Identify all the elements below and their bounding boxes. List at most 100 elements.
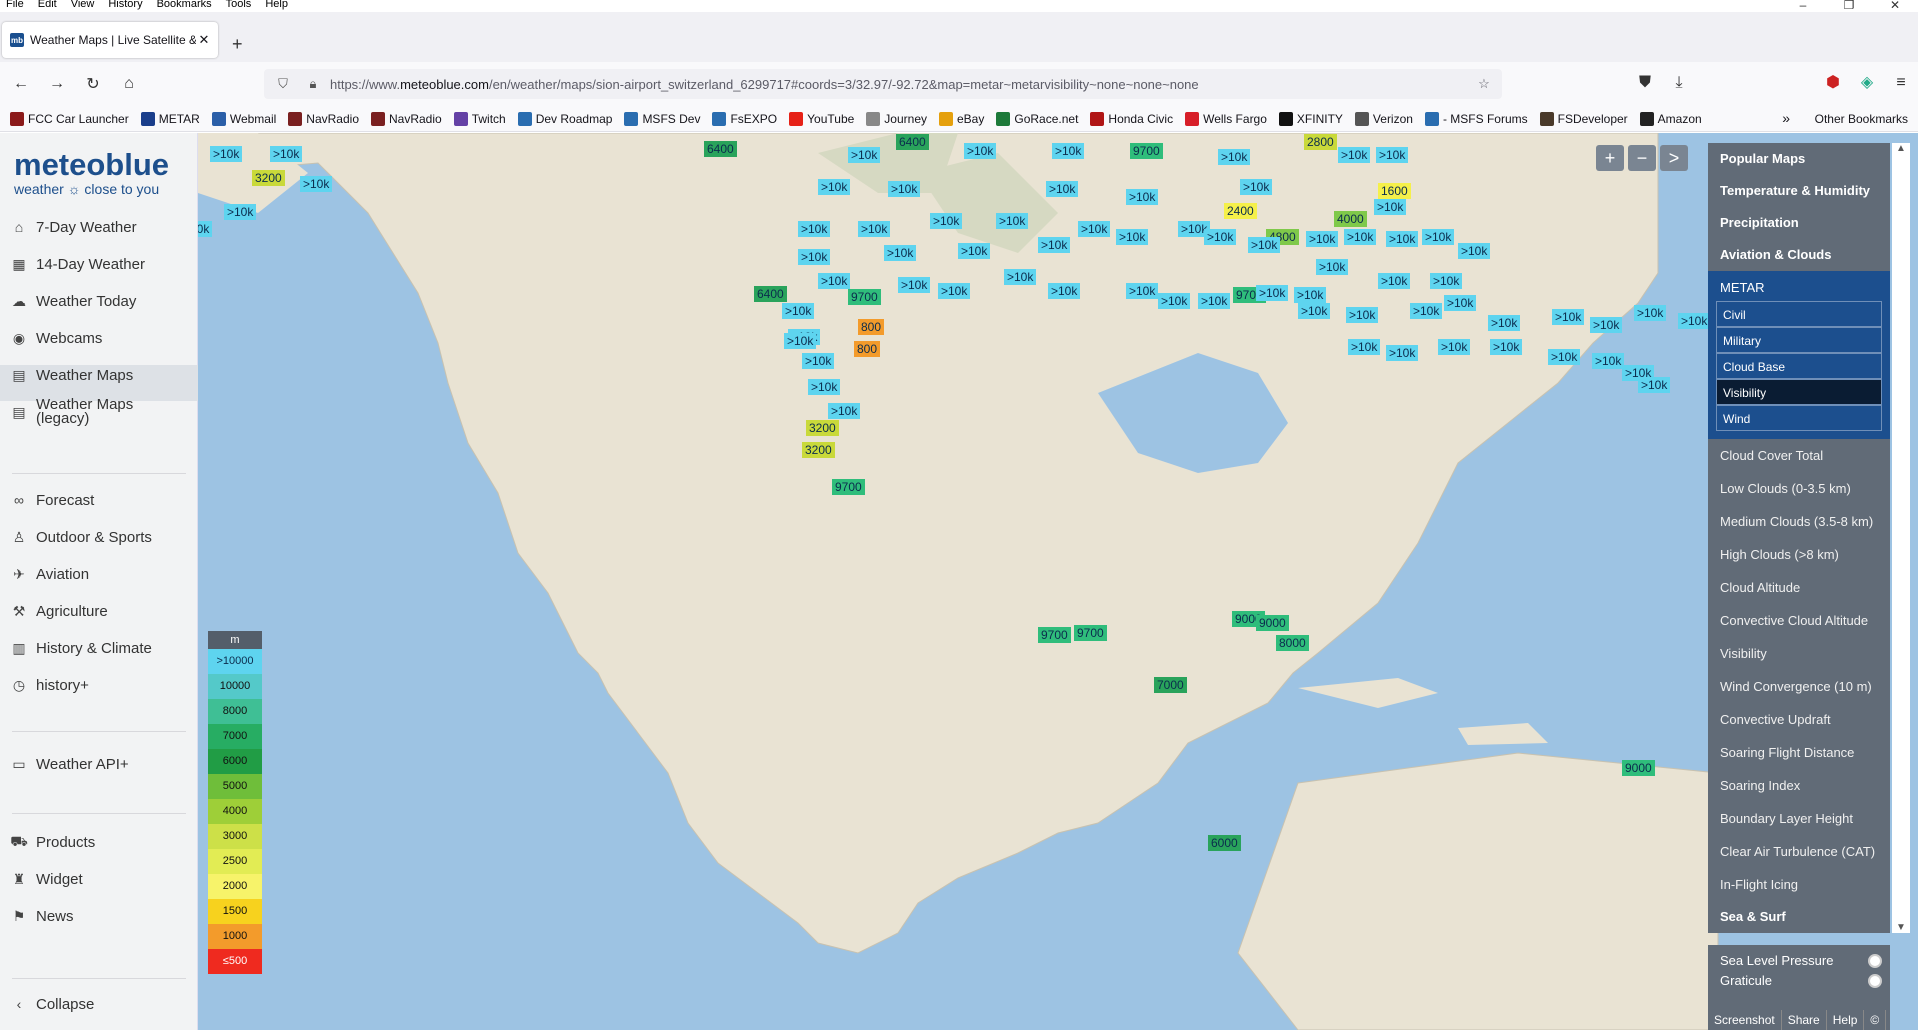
bookmark-item[interactable]: Wells Fargo <box>1185 111 1267 126</box>
sidebar-item-products[interactable]: ⛟ Products <box>10 829 95 855</box>
section-popular-maps[interactable]: Popular Maps <box>1708 143 1890 175</box>
metar-visibility-label[interactable]: >10k <box>1338 147 1371 163</box>
metar-visibility-label[interactable]: 2800 <box>1304 134 1337 150</box>
metar-visibility-label[interactable]: 2400 <box>1224 203 1257 219</box>
lock-icon[interactable]: 🔒︎ <box>302 76 324 92</box>
metar-visibility-label[interactable]: >10k <box>798 249 831 265</box>
menu-view[interactable]: View <box>71 0 95 10</box>
sidebar-item-aviation[interactable]: ✈ Aviation <box>10 561 89 587</box>
back-icon[interactable]: ← <box>6 75 36 93</box>
sidebar-item-14-day-weather[interactable]: ▦ 14-Day Weather <box>10 251 145 277</box>
bookmark-item[interactable]: Twitch <box>453 111 506 126</box>
metar-visibility-label[interactable]: 3200 <box>252 170 285 186</box>
menu-file[interactable]: File <box>6 0 24 10</box>
metar-visibility-label[interactable]: >10k <box>858 221 891 237</box>
metar-visibility-label[interactable]: >10k <box>1592 353 1625 369</box>
layer-item-clear-air-turbulence-cat[interactable]: Clear Air Turbulence (CAT) <box>1708 835 1890 868</box>
bookmark-item[interactable]: MSFS Dev <box>624 111 700 126</box>
metar-visibility-label[interactable]: >10k <box>1410 303 1443 319</box>
metar-visibility-label[interactable]: 9700 <box>1130 143 1163 159</box>
metar-visibility-label[interactable]: >10k <box>1078 221 1111 237</box>
metar-visibility-label[interactable]: 6000 <box>1208 835 1241 851</box>
metar-visibility-label[interactable]: >10k <box>1158 293 1191 309</box>
bookmark-item[interactable]: Webmail <box>211 111 276 126</box>
url-bar[interactable]: ⛉ 🔒︎ https://www.meteoblue.com/en/weathe… <box>264 69 1502 99</box>
metar-visibility-label[interactable]: >10k <box>198 221 213 237</box>
metar-visibility-label[interactable]: >10k <box>1548 349 1581 365</box>
layer-menu-scrollbar[interactable]: ▲ ▼ <box>1892 143 1910 933</box>
bookmark-item[interactable]: XFINITY <box>1278 111 1343 126</box>
bookmark-item[interactable]: - MSFS Forums <box>1424 111 1528 126</box>
layer-item-medium-clouds-3-5-8-km[interactable]: Medium Clouds (3.5-8 km) <box>1708 505 1890 538</box>
zoom-in-button[interactable]: + <box>1596 145 1624 171</box>
metar-visibility-label[interactable]: >10k <box>1590 317 1623 333</box>
metar-visibility-label[interactable]: >10k <box>1552 309 1585 325</box>
bookmark-item[interactable]: NavRadio <box>371 111 442 126</box>
metar-visibility-label[interactable]: >10k <box>828 403 861 419</box>
metar-visibility-label[interactable]: >10k <box>1116 229 1149 245</box>
toggle-switch-icon[interactable] <box>1868 954 1882 968</box>
close-tab-icon[interactable]: ✕ <box>196 32 212 48</box>
metar-visibility-label[interactable]: >10k <box>1488 315 1521 331</box>
other-bookmarks[interactable]: Other Bookmarks <box>1815 112 1908 126</box>
download-icon[interactable]: ⤓ <box>1662 68 1696 98</box>
new-tab-icon[interactable]: + <box>232 34 243 55</box>
extension2-icon[interactable]: ◈ <box>1850 68 1884 98</box>
metar-visibility-label[interactable]: 9700 <box>1038 627 1071 643</box>
metar-visibility-label[interactable]: >10k <box>802 353 835 369</box>
metar-visibility-label[interactable]: >10k <box>1256 285 1289 301</box>
shield-icon[interactable]: ⛉ <box>272 76 294 92</box>
metar-visibility-label[interactable]: >10k <box>1348 339 1381 355</box>
metar-visibility-label[interactable]: >10k <box>1430 273 1463 289</box>
metar-option-military[interactable]: Military <box>1716 327 1882 353</box>
screenshot-button[interactable]: Screenshot <box>1708 1010 1782 1030</box>
sidebar-item-weather-api[interactable]: ▭ Weather API+ <box>10 751 128 777</box>
layer-item-soaring-index[interactable]: Soaring Index <box>1708 769 1890 802</box>
sidebar-item-widget[interactable]: ♜ Widget <box>10 866 83 892</box>
layer-item-boundary-layer-height[interactable]: Boundary Layer Height <box>1708 802 1890 835</box>
metar-visibility-label[interactable]: >10k <box>1378 273 1411 289</box>
metar-visibility-label[interactable]: 1600 <box>1378 183 1411 199</box>
layer-item-convective-updraft[interactable]: Convective Updraft <box>1708 703 1890 736</box>
metar-visibility-label[interactable]: >10k <box>1294 287 1327 303</box>
toggle-graticule[interactable]: Graticule <box>1708 971 1890 991</box>
metar-visibility-label[interactable]: 6400 <box>896 134 929 150</box>
menu-history[interactable]: History <box>108 0 142 10</box>
metar-visibility-label[interactable]: 9700 <box>832 479 865 495</box>
reload-icon[interactable]: ↻ <box>78 74 108 94</box>
bookmark-item[interactable]: eBay <box>939 111 984 126</box>
section-sea-surf[interactable]: Sea & Surf <box>1708 901 1890 933</box>
extension-icon[interactable]: ⬢ <box>1816 68 1850 98</box>
section-temperature-humidity[interactable]: Temperature & Humidity <box>1708 175 1890 207</box>
metar-visibility-label[interactable]: 9000 <box>1622 760 1655 776</box>
bookmark-item[interactable]: FCC Car Launcher <box>10 111 129 126</box>
bookmark-item[interactable]: FsEXPO <box>712 111 777 126</box>
metar-visibility-label[interactable]: >10k <box>1126 283 1159 299</box>
metar-visibility-label[interactable]: >10k <box>1490 339 1523 355</box>
sidebar-item-weather-maps[interactable]: ▤ Weather Maps <box>10 362 133 388</box>
menu-tools[interactable]: Tools <box>226 0 252 10</box>
metar-visibility-label[interactable]: >10k <box>938 283 971 299</box>
section-aviation-clouds[interactable]: Aviation & Clouds <box>1708 239 1890 271</box>
bookmark-item[interactable]: YouTube <box>789 111 854 126</box>
metar-visibility-label[interactable]: 4000 <box>1334 211 1367 227</box>
menu-edit[interactable]: Edit <box>38 0 57 10</box>
metar-visibility-label[interactable]: 6400 <box>704 141 737 157</box>
bookmark-item[interactable]: Honda Civic <box>1090 111 1173 126</box>
metar-visibility-label[interactable]: >10k <box>784 333 817 349</box>
layer-item-wind-convergence-10-m[interactable]: Wind Convergence (10 m) <box>1708 670 1890 703</box>
bookmark-item[interactable]: FSDeveloper <box>1539 111 1628 126</box>
sidebar-item-forecast[interactable]: ∞ Forecast <box>10 487 94 513</box>
toggle-sea-level-pressure[interactable]: Sea Level Pressure <box>1708 951 1890 971</box>
bookmark-item[interactable]: GoRace.net <box>996 111 1078 126</box>
metar-visibility-label[interactable]: >10k <box>888 181 921 197</box>
metar-visibility-label[interactable]: 9700 <box>848 289 881 305</box>
zoom-out-button[interactable]: − <box>1628 145 1656 171</box>
metar-visibility-label[interactable]: >10k <box>1198 293 1231 309</box>
metar-visibility-label[interactable]: >10k <box>224 204 257 220</box>
metar-visibility-label[interactable]: 3200 <box>806 420 839 436</box>
metar-visibility-label[interactable]: >10k <box>1422 229 1455 245</box>
metar-visibility-label[interactable]: 3200 <box>802 442 835 458</box>
metar-visibility-label[interactable]: >10k <box>818 273 851 289</box>
metar-visibility-label[interactable]: >10k <box>1298 303 1331 319</box>
